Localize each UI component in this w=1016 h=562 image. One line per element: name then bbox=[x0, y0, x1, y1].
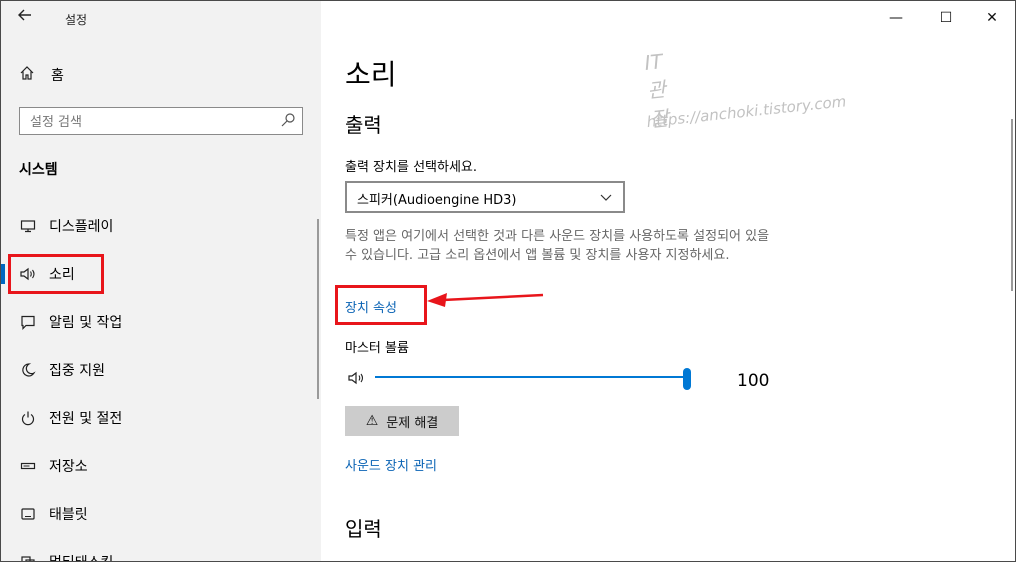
sidebar-item-label: 멀티태스킹 bbox=[49, 552, 113, 561]
notification-icon bbox=[19, 313, 37, 331]
main-scrollbar[interactable] bbox=[1011, 119, 1013, 291]
sidebar-scrollbar[interactable] bbox=[317, 219, 319, 399]
page-title: 소리 bbox=[345, 58, 397, 91]
sidebar-item-label: 전원 및 절전 bbox=[49, 411, 123, 427]
moon-icon bbox=[19, 361, 37, 379]
sidebar-item-multitasking[interactable]: 멀티태스킹 bbox=[1, 542, 321, 561]
back-arrow-icon[interactable] bbox=[17, 7, 37, 27]
slider-track bbox=[375, 376, 691, 378]
output-device-label: 출력 장치를 선택하세요. bbox=[345, 160, 477, 175]
sidebar-item-label: 저장소 bbox=[49, 459, 88, 475]
sidebar-item-label: 홈 bbox=[51, 68, 64, 84]
active-indicator bbox=[1, 264, 5, 284]
search-input[interactable] bbox=[28, 111, 282, 133]
manage-sound-devices-link[interactable]: 사운드 장치 관리 bbox=[345, 455, 437, 474]
home-icon bbox=[19, 65, 37, 85]
close-button[interactable]: ✕ bbox=[969, 5, 1015, 31]
sidebar-item-display[interactable]: 디스플레이 bbox=[1, 206, 321, 246]
output-description: 특정 앱은 여기에서 선택한 것과 다른 사운드 장치를 사용하도록 설정되어 … bbox=[345, 229, 770, 263]
troubleshoot-label: 문제 해결 bbox=[386, 415, 439, 431]
sidebar: 설정 홈 시스템 디스플레이 소리 bbox=[1, 1, 321, 561]
troubleshoot-button[interactable]: ⚠ 문제 해결 bbox=[345, 406, 459, 436]
section-title: 시스템 bbox=[19, 162, 58, 178]
slider-thumb[interactable] bbox=[683, 368, 691, 390]
output-device-value: 스피커(Audioengine HD3) bbox=[357, 193, 517, 208]
sidebar-item-storage[interactable]: 저장소 bbox=[1, 446, 321, 486]
volume-icon[interactable] bbox=[347, 369, 367, 387]
sidebar-item-tablet[interactable]: 태블릿 bbox=[1, 494, 321, 534]
main-content: — ☐ ✕ 소리 출력 출력 장치를 선택하세요. 스피커(Audioengin… bbox=[321, 1, 1015, 561]
sidebar-item-notifications[interactable]: 알림 및 작업 bbox=[1, 302, 321, 342]
app-title: 설정 bbox=[65, 13, 88, 27]
minimize-button[interactable]: — bbox=[873, 5, 919, 31]
monitor-icon bbox=[19, 217, 37, 235]
highlight-box-device-properties bbox=[335, 285, 427, 325]
volume-value: 100 bbox=[737, 371, 770, 391]
annotation-arrow bbox=[427, 293, 544, 307]
sidebar-item-home[interactable]: 홈 bbox=[19, 65, 64, 85]
close-icon: ✕ bbox=[986, 10, 998, 26]
sidebar-item-label: 집중 지원 bbox=[49, 363, 105, 379]
maximize-button[interactable]: ☐ bbox=[923, 5, 969, 31]
power-icon bbox=[19, 409, 37, 427]
sidebar-item-focus-assist[interactable]: 집중 지원 bbox=[1, 350, 321, 390]
sidebar-item-label: 디스플레이 bbox=[49, 219, 114, 235]
sidebar-item-label: 알림 및 작업 bbox=[49, 315, 123, 331]
chevron-down-icon bbox=[599, 189, 613, 203]
storage-icon bbox=[19, 457, 37, 475]
settings-window: 설정 홈 시스템 디스플레이 소리 bbox=[0, 0, 1016, 562]
maximize-icon: ☐ bbox=[939, 10, 953, 26]
tablet-icon bbox=[19, 505, 37, 523]
input-heading: 입력 bbox=[345, 517, 382, 541]
multitasking-icon bbox=[19, 553, 37, 561]
minimize-icon: — bbox=[889, 10, 903, 26]
search-box[interactable] bbox=[19, 107, 303, 135]
sidebar-item-label: 태블릿 bbox=[49, 507, 88, 523]
output-device-dropdown[interactable]: 스피커(Audioengine HD3) bbox=[345, 181, 625, 213]
search-icon[interactable] bbox=[280, 112, 296, 128]
sidebar-item-power[interactable]: 전원 및 절전 bbox=[1, 398, 321, 438]
highlight-box-sound bbox=[8, 254, 104, 294]
master-volume-label: 마스터 볼륨 bbox=[345, 341, 409, 356]
master-volume-slider[interactable] bbox=[375, 368, 691, 390]
output-heading: 출력 bbox=[345, 113, 382, 137]
warning-icon: ⚠ bbox=[365, 413, 379, 429]
